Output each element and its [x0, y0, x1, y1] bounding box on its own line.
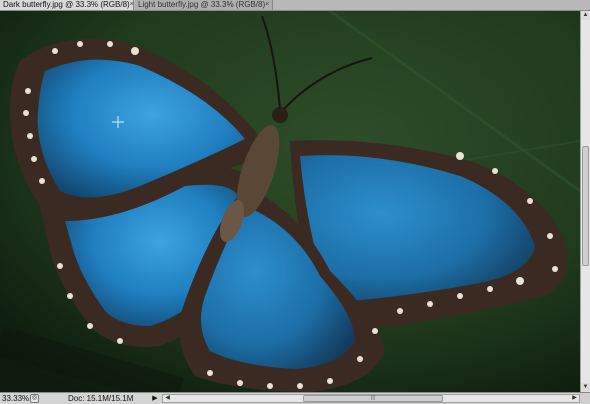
vertical-scrollbar[interactable]: ▲ ▼ — [580, 11, 590, 392]
tab-dark-butterfly[interactable]: Dark butterfly.jpg @ 33.3% (RGB/8) × — [0, 0, 134, 10]
arrow-down-icon[interactable]: ▼ — [581, 383, 590, 392]
document-canvas[interactable] — [0, 11, 580, 392]
butterfly-image — [0, 11, 580, 392]
horizontal-scroll-thumb[interactable]: ||| — [303, 395, 443, 402]
status-info-icon[interactable]: ◎ — [30, 394, 39, 403]
vertical-scroll-thumb[interactable] — [582, 146, 589, 266]
zoom-level[interactable]: 33.33% — [2, 393, 29, 404]
arrow-right-icon[interactable]: ▶ — [570, 395, 579, 402]
status-bar: 33.33% ◎ Doc: 15.1M/15.1M ▶ ◀ ||| ▶ — [0, 392, 590, 404]
tab-label: Dark butterfly.jpg @ 33.3% (RGB/8) — [3, 0, 130, 9]
triangle-right-icon[interactable]: ▶ — [150, 393, 160, 404]
tab-light-butterfly[interactable]: Light butterfly.jpg @ 33.3% (RGB/8) × — [135, 0, 273, 10]
horizontal-scrollbar[interactable]: ◀ ||| ▶ — [162, 394, 580, 403]
tab-label: Light butterfly.jpg @ 33.3% (RGB/8) — [138, 0, 266, 9]
x-icon[interactable]: × — [265, 0, 269, 10]
x-icon[interactable]: × — [130, 0, 134, 10]
arrow-left-icon[interactable]: ◀ — [163, 395, 172, 402]
doc-size-info: Doc: 15.1M/15.1M — [68, 394, 134, 403]
document-tab-bar: Dark butterfly.jpg @ 33.3% (RGB/8) × Lig… — [0, 0, 590, 11]
arrow-up-icon[interactable]: ▲ — [581, 11, 590, 20]
scrollbar-corner — [580, 393, 590, 404]
